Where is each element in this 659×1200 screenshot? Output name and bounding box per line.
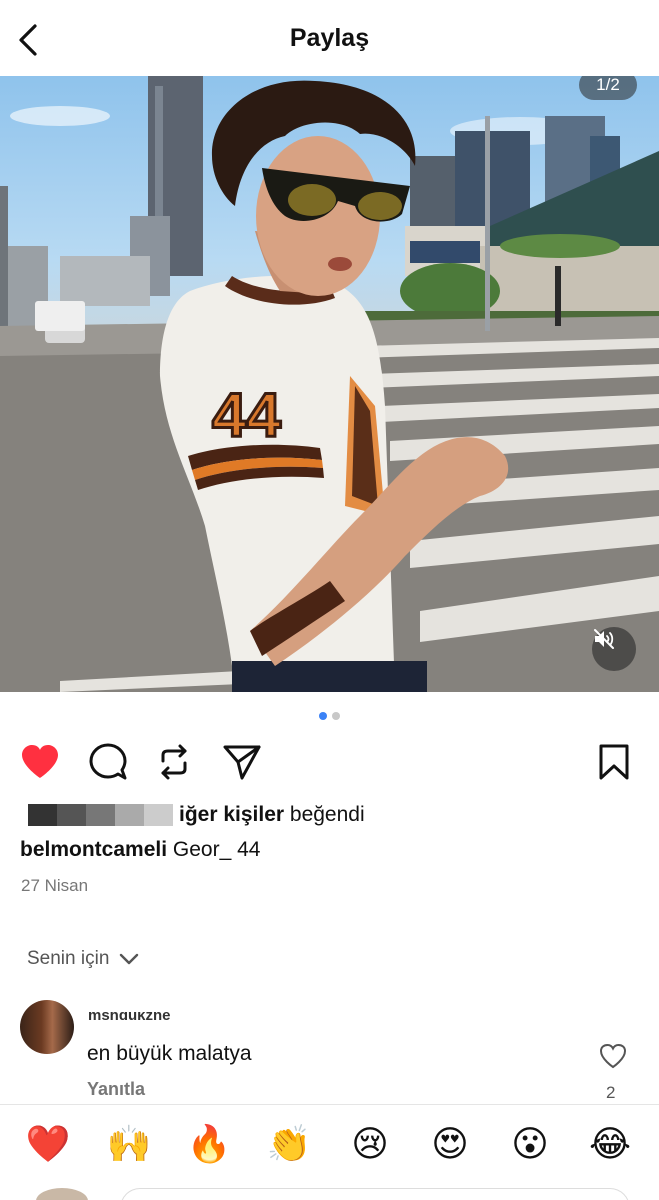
carousel-pager	[0, 712, 659, 720]
page-counter: 1/2	[579, 76, 637, 100]
action-bar	[0, 740, 659, 786]
redacted-names	[28, 804, 173, 826]
comment-username[interactable]: mshdukzne	[88, 1012, 171, 1022]
page-title: Paylaş	[289, 24, 370, 52]
comment-text: en büyük malatya	[87, 1042, 252, 1065]
redaction-block	[144, 804, 173, 826]
heart-outline-icon	[599, 1043, 627, 1069]
likes-suffix: beğendi	[284, 803, 365, 826]
top-bar: Paylaş	[0, 0, 659, 76]
comments-sort-dropdown[interactable]: Senin için	[27, 948, 139, 970]
likes-summary[interactable]: iğer kişiler beğendi	[28, 803, 365, 827]
reply-button[interactable]: Yanıtla	[87, 1079, 145, 1100]
redaction-block	[115, 804, 144, 826]
repost-button[interactable]	[152, 740, 196, 784]
chevron-down-icon	[120, 953, 139, 965]
comment-input[interactable]	[120, 1188, 630, 1200]
emoji-clap[interactable]: 👏	[265, 1121, 313, 1169]
photo-scene: 44	[0, 76, 659, 692]
avatar[interactable]	[20, 1000, 74, 1054]
comment-icon	[89, 743, 127, 780]
pager-dot	[332, 712, 340, 720]
caption-text: Geor_ 44	[167, 838, 261, 861]
send-icon	[223, 745, 261, 780]
mute-button[interactable]	[592, 627, 636, 671]
comment-like-count: 2	[606, 1083, 616, 1102]
comments-sort-label: Senin için	[27, 948, 110, 969]
emoji-surprised[interactable]: 😮	[506, 1121, 554, 1169]
emoji-heart[interactable]: ❤️	[24, 1121, 72, 1169]
redaction-block	[86, 804, 115, 826]
emoji-fire[interactable]: 🔥	[185, 1121, 233, 1169]
pager-dot-active	[319, 712, 327, 720]
post-photo[interactable]: 44 1/2	[0, 76, 659, 692]
caption-username[interactable]: belmontcameli	[20, 838, 167, 861]
emoji-reaction-bar: ❤️ 🙌 🔥 👏 😢 😍 😮 😂	[0, 1104, 659, 1200]
comment-like-button[interactable]	[596, 1040, 630, 1072]
emoji-crying[interactable]: 😢	[346, 1121, 394, 1169]
emoji-raised-hands[interactable]: 🙌	[105, 1121, 153, 1169]
heart-icon	[22, 745, 58, 778]
mute-icon	[594, 629, 614, 649]
repost-icon	[161, 744, 187, 780]
redaction-block	[57, 804, 86, 826]
share-button[interactable]	[220, 740, 264, 784]
emoji-heart-eyes[interactable]: 😍	[426, 1121, 474, 1169]
comment-button[interactable]	[86, 740, 130, 784]
svg-text:44: 44	[212, 381, 281, 450]
emoji-laughing[interactable]: 😂	[586, 1121, 634, 1169]
save-button[interactable]	[592, 740, 636, 784]
post-date: 27 Nisan	[21, 876, 89, 895]
redaction-block	[28, 804, 57, 826]
like-button[interactable]	[18, 740, 62, 784]
post-caption: belmontcameli Geor_ 44	[20, 838, 260, 862]
likes-others-label: iğer kişiler	[179, 803, 285, 826]
bookmark-icon	[599, 744, 629, 780]
